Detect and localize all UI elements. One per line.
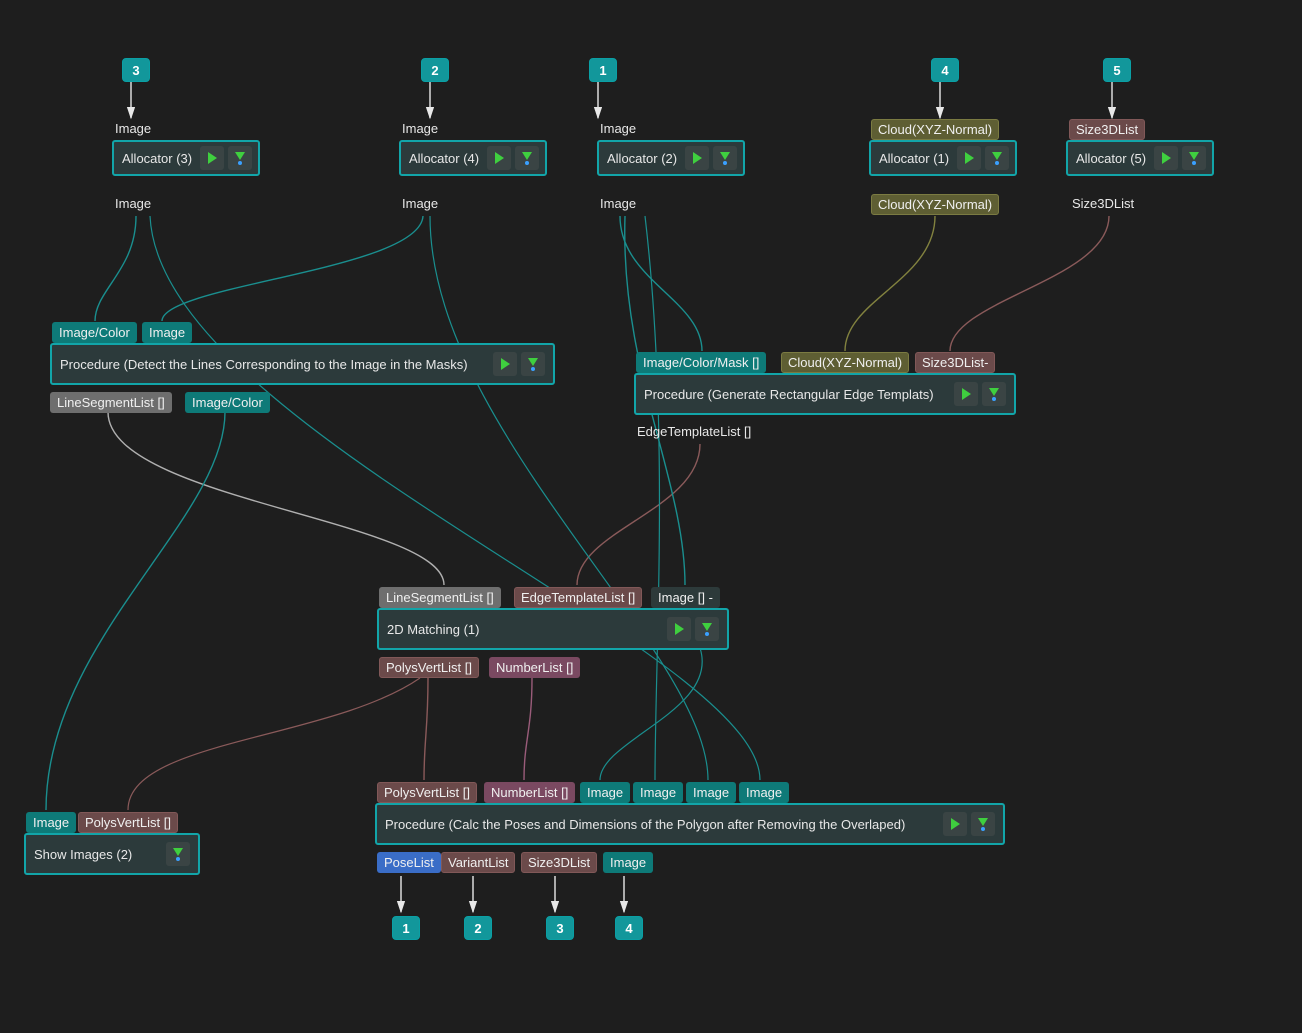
node-title: Allocator (1): [879, 151, 949, 166]
port-out-variantlist: VariantList: [441, 852, 515, 873]
play-icon[interactable]: [685, 146, 709, 170]
port-out-image: Image: [115, 196, 151, 211]
port-out-image: Image: [402, 196, 438, 211]
play-icon[interactable]: [1154, 146, 1178, 170]
badge-label: 1: [402, 921, 409, 936]
port-in-image: Image: [739, 782, 789, 803]
node-title: Show Images (2): [34, 847, 158, 862]
node-graph-canvas[interactable]: { "badges": {"b3":"3","b2":"2","b1":"1",…: [0, 0, 1302, 1033]
play-icon[interactable]: [957, 146, 981, 170]
output-badge-1[interactable]: 1: [392, 916, 420, 940]
node-title: 2D Matching (1): [387, 622, 659, 637]
play-icon[interactable]: [954, 382, 978, 406]
node-allocator-5[interactable]: Allocator (5): [1066, 140, 1214, 176]
node-title: Procedure (Detect the Lines Correspondin…: [60, 357, 485, 372]
play-icon[interactable]: [487, 146, 511, 170]
download-icon[interactable]: [515, 146, 539, 170]
port-in-imagecolormask: Image/Color/Mask []: [636, 352, 766, 373]
output-badge-3[interactable]: 3: [546, 916, 574, 940]
input-badge-5[interactable]: 5: [1103, 58, 1131, 82]
download-icon[interactable]: [982, 382, 1006, 406]
download-icon[interactable]: [713, 146, 737, 170]
badge-label: 2: [474, 921, 481, 936]
node-2d-matching[interactable]: 2D Matching (1): [377, 608, 729, 650]
port-out-linesegment: LineSegmentList []: [50, 392, 172, 413]
download-icon[interactable]: [695, 617, 719, 641]
port-in-numberlist: NumberList []: [484, 782, 575, 803]
port-in-polysvert: PolysVertList []: [377, 782, 477, 803]
input-badge-3[interactable]: 3: [122, 58, 150, 82]
port-out-imagecolor: Image/Color: [185, 392, 270, 413]
input-badge-2[interactable]: 2: [421, 58, 449, 82]
node-title: Allocator (4): [409, 151, 479, 166]
port-in-image: Image: [402, 121, 438, 136]
port-out-size3d: Size3DList: [1072, 196, 1134, 211]
badge-label: 1: [599, 63, 606, 78]
port-in-imagecolor: Image/Color: [52, 322, 137, 343]
download-icon[interactable]: [971, 812, 995, 836]
port-in-cloud: Cloud(XYZ-Normal): [871, 119, 999, 140]
node-allocator-2[interactable]: Allocator (2): [597, 140, 745, 176]
port-out-image: Image: [600, 196, 636, 211]
node-title: Allocator (2): [607, 151, 677, 166]
node-procedure-calc-poses[interactable]: Procedure (Calc the Poses and Dimensions…: [375, 803, 1005, 845]
badge-label: 3: [556, 921, 563, 936]
node-procedure-detect-lines[interactable]: Procedure (Detect the Lines Correspondin…: [50, 343, 555, 385]
download-icon[interactable]: [166, 842, 190, 866]
port-in-size3d: Size3DList: [1069, 119, 1145, 140]
port-in-image: Image: [26, 812, 76, 833]
port-in-image: Image: [633, 782, 683, 803]
node-procedure-rect-templates[interactable]: Procedure (Generate Rectangular Edge Tem…: [634, 373, 1016, 415]
node-title: Allocator (3): [122, 151, 192, 166]
output-badge-2[interactable]: 2: [464, 916, 492, 940]
port-out-poselist: PoseList: [377, 852, 441, 873]
port-in-linesegment: LineSegmentList []: [379, 587, 501, 608]
port-out-cloud: Cloud(XYZ-Normal): [871, 194, 999, 215]
port-in-image: Image: [115, 121, 151, 136]
play-icon[interactable]: [200, 146, 224, 170]
port-out-numberlist: NumberList []: [489, 657, 580, 678]
download-icon[interactable]: [1182, 146, 1206, 170]
badge-label: 4: [625, 921, 632, 936]
port-in-image: Image: [580, 782, 630, 803]
node-allocator-1[interactable]: Allocator (1): [869, 140, 1017, 176]
badge-label: 4: [941, 63, 948, 78]
port-in-cloud: Cloud(XYZ-Normal): [781, 352, 909, 373]
port-in-image: Image: [142, 322, 192, 343]
download-icon[interactable]: [228, 146, 252, 170]
play-icon[interactable]: [667, 617, 691, 641]
badge-label: 3: [132, 63, 139, 78]
input-badge-1[interactable]: 1: [589, 58, 617, 82]
input-badge-4[interactable]: 4: [931, 58, 959, 82]
download-icon[interactable]: [521, 352, 545, 376]
download-icon[interactable]: [985, 146, 1009, 170]
port-out-polysvert: PolysVertList []: [379, 657, 479, 678]
play-icon[interactable]: [943, 812, 967, 836]
badge-label: 2: [431, 63, 438, 78]
port-in-size3d: Size3DList-: [915, 352, 995, 373]
node-allocator-4[interactable]: Allocator (4): [399, 140, 547, 176]
node-allocator-3[interactable]: Allocator (3): [112, 140, 260, 176]
output-badge-4[interactable]: 4: [615, 916, 643, 940]
port-out-size3d: Size3DList: [521, 852, 597, 873]
port-in-edgetemplate: EdgeTemplateList []: [514, 587, 642, 608]
badge-label: 5: [1113, 63, 1120, 78]
port-in-image: Image: [686, 782, 736, 803]
port-out-edgetemplate: EdgeTemplateList []: [637, 424, 751, 439]
node-title: Procedure (Generate Rectangular Edge Tem…: [644, 387, 946, 402]
port-in-image: Image: [600, 121, 636, 136]
node-show-images[interactable]: Show Images (2): [24, 833, 200, 875]
play-icon[interactable]: [493, 352, 517, 376]
port-out-image: Image: [603, 852, 653, 873]
port-in-polysvert: PolysVertList []: [78, 812, 178, 833]
node-title: Allocator (5): [1076, 151, 1146, 166]
node-title: Procedure (Calc the Poses and Dimensions…: [385, 817, 935, 832]
port-in-image-arr: Image [] -: [651, 587, 720, 608]
